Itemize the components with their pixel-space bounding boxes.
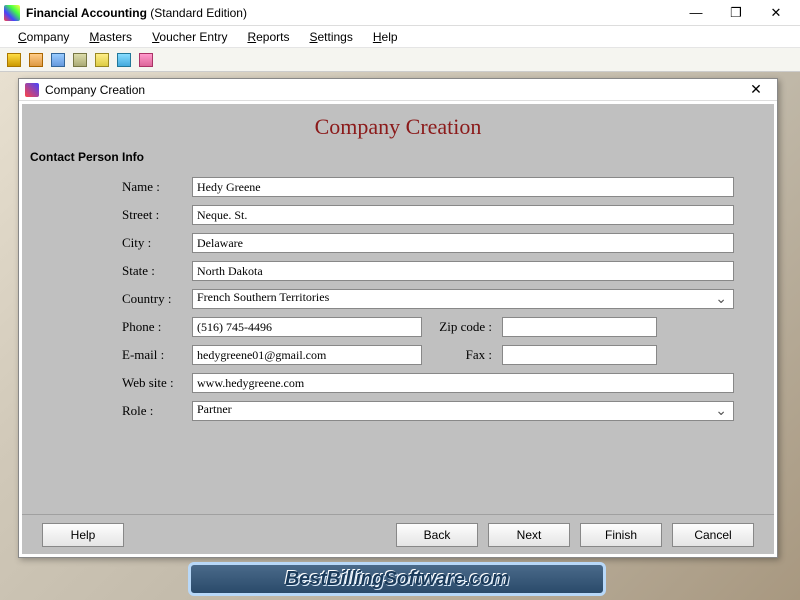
name-field[interactable] bbox=[192, 177, 734, 197]
menu-masters[interactable]: Masters bbox=[79, 28, 142, 46]
label-city: City : bbox=[62, 235, 192, 251]
tool-new-icon[interactable] bbox=[4, 50, 24, 70]
tool-save-icon[interactable] bbox=[48, 50, 68, 70]
state-field[interactable] bbox=[192, 261, 734, 281]
phone-field[interactable] bbox=[192, 317, 422, 337]
dialog-title: Company Creation bbox=[45, 83, 741, 97]
label-website: Web site : bbox=[62, 375, 192, 391]
dialog-close-button[interactable]: ✕ bbox=[741, 80, 771, 100]
form-area: Name : Street : City : State : Country :… bbox=[22, 168, 774, 514]
label-street: Street : bbox=[62, 207, 192, 223]
next-button[interactable]: Next bbox=[488, 523, 570, 547]
menu-settings[interactable]: Settings bbox=[299, 28, 362, 46]
menu-company[interactable]: Company bbox=[8, 28, 79, 46]
label-name: Name : bbox=[62, 179, 192, 195]
dialog-button-bar: Help Back Next Finish Cancel bbox=[22, 514, 774, 554]
label-country: Country : bbox=[62, 291, 192, 307]
banner: BestBillingSoftware.com bbox=[188, 562, 606, 596]
label-phone: Phone : bbox=[62, 319, 192, 335]
email-field[interactable] bbox=[192, 345, 422, 365]
menu-help[interactable]: Help bbox=[363, 28, 408, 46]
website-field[interactable] bbox=[192, 373, 734, 393]
label-fax: Fax : bbox=[422, 347, 502, 363]
country-select[interactable]: French Southern Territories bbox=[192, 289, 734, 309]
toolbar bbox=[0, 48, 800, 72]
menu-voucher[interactable]: Voucher Entry bbox=[142, 28, 237, 46]
label-state: State : bbox=[62, 263, 192, 279]
back-button[interactable]: Back bbox=[396, 523, 478, 547]
section-contact-person: Contact Person Info bbox=[22, 148, 774, 168]
dialog-titlebar: Company Creation ✕ bbox=[19, 79, 777, 101]
app-icon bbox=[4, 5, 20, 21]
dialog-heading: Company Creation bbox=[22, 104, 774, 148]
minimize-button[interactable]: — bbox=[676, 0, 716, 26]
role-select[interactable]: Partner bbox=[192, 401, 734, 421]
main-titlebar: Financial Accounting (Standard Edition) … bbox=[0, 0, 800, 26]
zip-field[interactable] bbox=[502, 317, 657, 337]
dialog-icon bbox=[25, 83, 39, 97]
maximize-button[interactable]: ❐ bbox=[716, 0, 756, 26]
finish-button[interactable]: Finish bbox=[580, 523, 662, 547]
tool-edit-icon[interactable] bbox=[26, 50, 46, 70]
company-creation-dialog: Company Creation ✕ Company Creation Cont… bbox=[18, 78, 778, 558]
cancel-button[interactable]: Cancel bbox=[672, 523, 754, 547]
menu-reports[interactable]: Reports bbox=[237, 28, 299, 46]
label-zip: Zip code : bbox=[422, 319, 502, 335]
label-email: E-mail : bbox=[62, 347, 192, 363]
menubar: Company Masters Voucher Entry Reports Se… bbox=[0, 26, 800, 48]
close-button[interactable]: ✕ bbox=[756, 0, 796, 26]
app-title: Financial Accounting (Standard Edition) bbox=[26, 6, 676, 20]
tool-balance-icon[interactable] bbox=[70, 50, 90, 70]
label-role: Role : bbox=[62, 403, 192, 419]
tool-doc-icon[interactable] bbox=[114, 50, 134, 70]
tool-tag-icon[interactable] bbox=[92, 50, 112, 70]
tool-chart-icon[interactable] bbox=[136, 50, 156, 70]
help-button[interactable]: Help bbox=[42, 523, 124, 547]
street-field[interactable] bbox=[192, 205, 734, 225]
city-field[interactable] bbox=[192, 233, 734, 253]
fax-field[interactable] bbox=[502, 345, 657, 365]
